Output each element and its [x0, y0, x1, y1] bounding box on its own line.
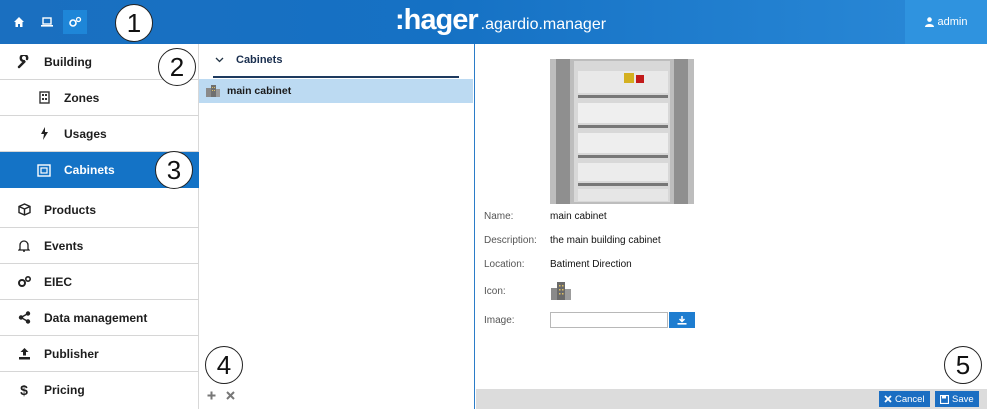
sidebar-item-label: Data management	[44, 310, 148, 325]
download-icon	[677, 315, 687, 325]
name-label: Name:	[484, 211, 514, 222]
callout-2: 2	[158, 48, 196, 86]
sidebar-item-label: EIEC	[44, 274, 73, 289]
sidebar-item-label: Events	[44, 238, 84, 253]
floppy-icon	[940, 394, 949, 404]
sidebar-item-label: Cabinets	[64, 163, 115, 177]
location-value: Batiment Direction	[550, 259, 632, 270]
icon-label: Icon:	[484, 286, 506, 297]
detail-footer: Cancel Save	[476, 389, 987, 409]
gears-icon[interactable]	[63, 10, 87, 34]
sidebar: Building Zones Usages Cabinets Products …	[0, 44, 199, 409]
add-icon[interactable]	[207, 388, 216, 403]
callout-5: 5	[944, 346, 982, 384]
building-icon	[205, 83, 221, 100]
location-label: Location:	[484, 259, 525, 270]
cancel-button[interactable]: Cancel	[879, 391, 930, 407]
brand-name: :hager	[395, 4, 479, 36]
sidebar-item-label: Products	[44, 202, 97, 217]
sidebar-item-pricing[interactable]: $ Pricing	[0, 372, 199, 408]
location-field: Location: Batiment Direction	[484, 259, 632, 270]
sidebar-item-usages[interactable]: Usages	[0, 116, 199, 152]
product-name: .agardio.manager	[480, 16, 607, 33]
list-item-label: main cabinet	[227, 85, 292, 97]
delete-icon[interactable]	[226, 388, 235, 403]
callout-1: 1	[115, 4, 153, 42]
description-field: Description: the main building cabinet	[484, 235, 661, 246]
close-icon	[884, 395, 892, 403]
list-header[interactable]: Cabinets	[213, 44, 459, 78]
home-icon[interactable]	[7, 10, 31, 34]
sidebar-item-products[interactable]: Products	[0, 192, 199, 228]
bolt-icon	[34, 126, 54, 142]
callout-3: 3	[155, 151, 193, 189]
list-header-label: Cabinets	[236, 54, 283, 66]
description-label: Description:	[484, 235, 537, 246]
cabinet-list-panel: Cabinets main cabinet	[199, 44, 475, 409]
sidebar-item-zones[interactable]: Zones	[0, 80, 199, 116]
user-menu[interactable]: admin	[905, 0, 987, 44]
wrench-icon	[14, 54, 34, 70]
sidebar-item-eiec[interactable]: EIEC	[0, 264, 199, 300]
bell-icon	[14, 238, 34, 254]
save-button[interactable]: Save	[935, 391, 979, 407]
name-field: Name: main cabinet	[484, 211, 607, 222]
callout-4: 4	[205, 346, 243, 384]
laptop-icon[interactable]	[35, 10, 59, 34]
sidebar-item-label: Publisher	[44, 346, 99, 361]
sidebar-item-label: Usages	[64, 126, 107, 141]
save-label: Save	[952, 393, 974, 405]
cube-icon	[14, 202, 34, 218]
chevron-down-icon	[215, 54, 224, 66]
cancel-label: Cancel	[895, 393, 925, 405]
list-item[interactable]: main cabinet	[199, 79, 473, 103]
name-value: main cabinet	[550, 211, 607, 222]
sidebar-item-label: Building	[44, 54, 92, 69]
cabinet-photo	[550, 59, 694, 204]
description-value: the main building cabinet	[550, 235, 661, 246]
sidebar-item-label: Pricing	[44, 383, 85, 397]
user-name: admin	[937, 16, 968, 28]
sidebar-item-publisher[interactable]: Publisher	[0, 336, 199, 372]
image-input[interactable]	[550, 312, 668, 328]
sidebar-item-events[interactable]: Events	[0, 228, 199, 264]
share-icon	[14, 310, 34, 326]
cabinet-icon	[34, 162, 54, 178]
icon-field: Icon:	[484, 280, 572, 303]
sidebar-item-data-management[interactable]: Data management	[0, 300, 199, 336]
cabinet-detail-panel: Name: main cabinet Description: the main…	[476, 44, 987, 409]
upload-icon	[14, 346, 34, 362]
gears-icon	[14, 274, 34, 290]
list-tools	[207, 388, 235, 403]
image-label: Image:	[484, 314, 515, 326]
image-field: Image:	[484, 312, 695, 328]
app-logo: :hager .agardio.manager	[395, 4, 606, 37]
user-icon	[924, 17, 934, 27]
building-icon[interactable]	[550, 280, 572, 303]
building-icon	[34, 90, 54, 106]
sidebar-item-label: Zones	[64, 90, 100, 105]
upload-image-button[interactable]	[669, 312, 695, 328]
dollar-icon: $	[20, 382, 28, 398]
